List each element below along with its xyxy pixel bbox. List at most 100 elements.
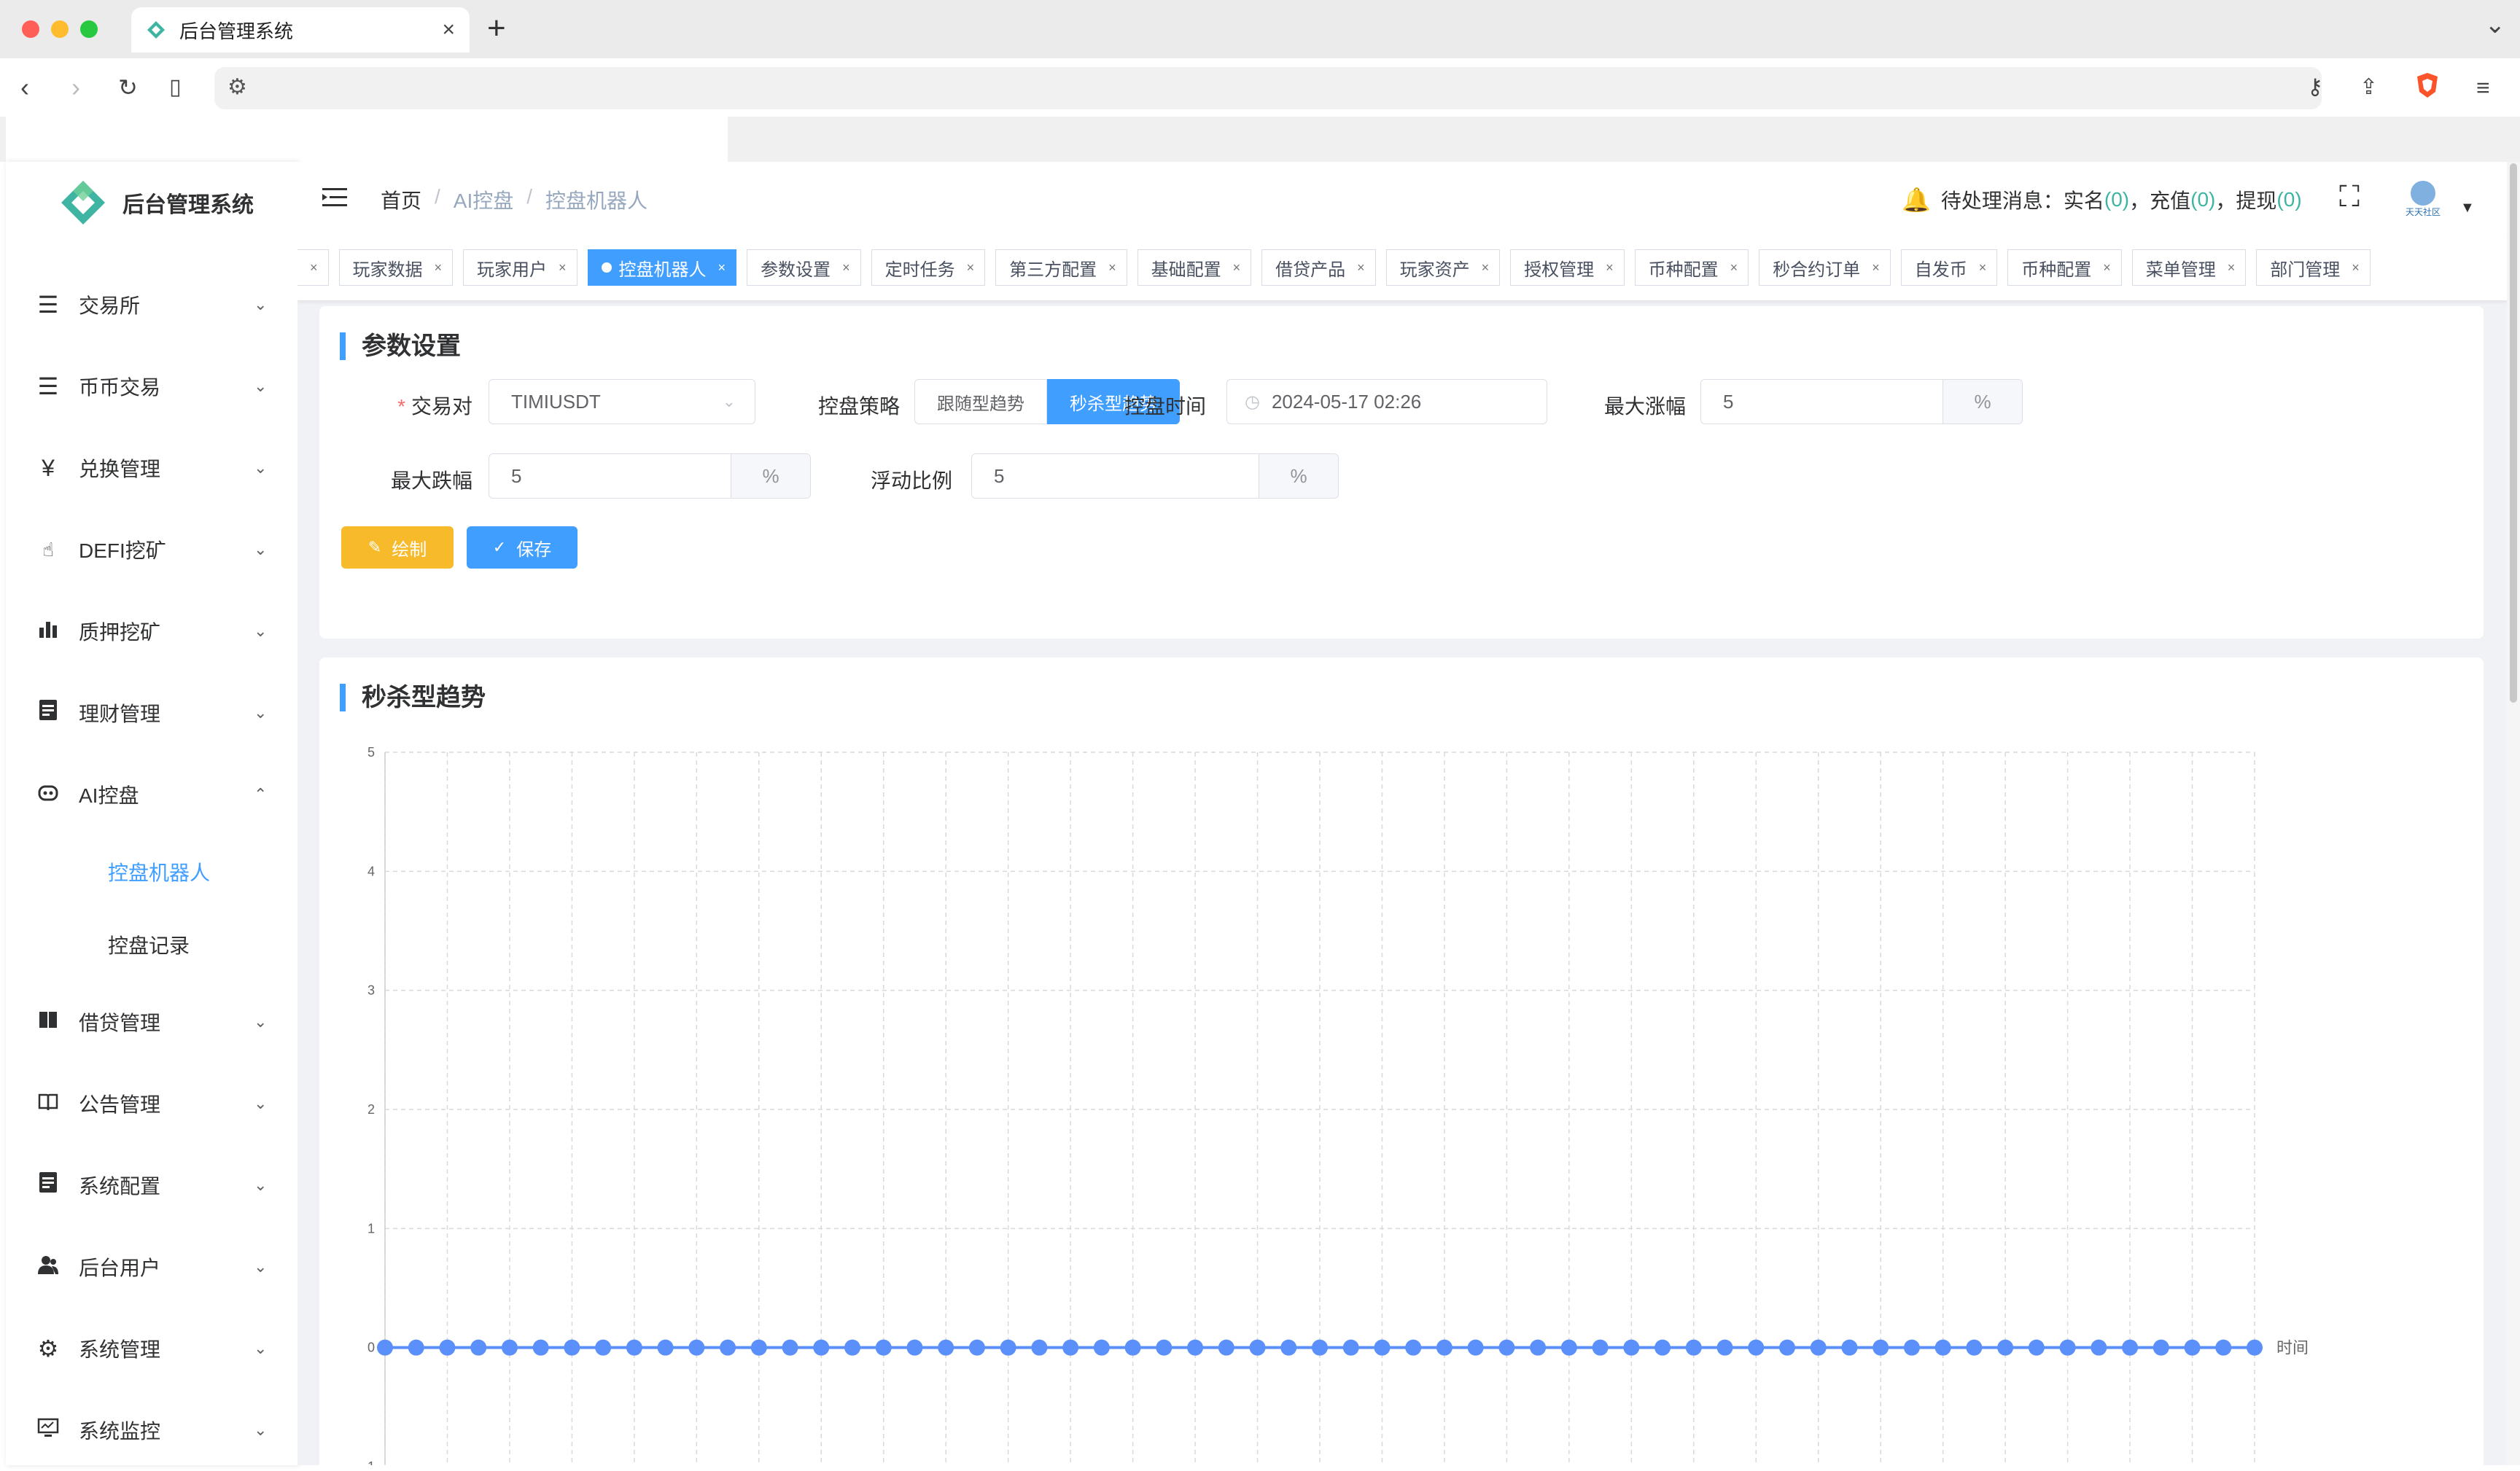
tag-close-icon[interactable]: ×: [1606, 260, 1614, 276]
sidebar-item-sys-manage[interactable]: ⚙ 系统管理 ⌄: [6, 1308, 298, 1389]
tag-close-icon[interactable]: ×: [718, 260, 726, 276]
tag-close-icon[interactable]: ×: [435, 260, 443, 276]
tab-list-chevron-icon[interactable]: ⌄: [2485, 10, 2506, 39]
scrollbar-thumb[interactable]: [2510, 163, 2517, 703]
reload-icon[interactable]: ↻: [118, 71, 138, 104]
tag-close-icon[interactable]: ×: [1482, 260, 1490, 276]
recharge-link[interactable]: 充值: [2150, 185, 2190, 214]
tag-close-icon[interactable]: ×: [2352, 260, 2360, 276]
realname-link[interactable]: 实名: [2064, 185, 2104, 214]
tag-close-icon[interactable]: ×: [1872, 260, 1880, 276]
y-tick-label: -1: [363, 1459, 375, 1465]
tag-0[interactable]: ×: [298, 249, 329, 286]
sidebar-item-convert[interactable]: ¥ 兑换管理 ⌄: [6, 427, 298, 509]
breadcrumb-home[interactable]: 首页: [381, 185, 421, 214]
sidebar-item-loan[interactable]: 借贷管理 ⌄: [6, 981, 298, 1063]
tag-close-icon[interactable]: ×: [1108, 260, 1116, 276]
sidebar-subitem-control-robot[interactable]: 控盘机器人: [6, 835, 298, 908]
sidebar-item-ai-control[interactable]: AI控盘 ⌃: [6, 754, 298, 835]
key-icon[interactable]: ⚷: [2307, 71, 2323, 104]
sidebar-toggle-icon[interactable]: [322, 187, 347, 208]
tag-3[interactable]: 控盘机器人 ×: [587, 249, 737, 286]
tag-close-icon[interactable]: ×: [1357, 260, 1365, 276]
tag-close-icon[interactable]: ×: [1233, 260, 1241, 276]
strategy-follow-option[interactable]: 跟随型趋势: [914, 379, 1047, 424]
tag-close-icon[interactable]: ×: [2103, 260, 2111, 276]
forward-icon[interactable]: ›: [71, 71, 80, 104]
tag-15[interactable]: 菜单管理 ×: [2131, 249, 2247, 286]
data-point: [564, 1339, 580, 1356]
data-point: [2247, 1339, 2263, 1356]
sidebar-item-label: 借贷管理: [79, 1012, 161, 1034]
data-point: [720, 1339, 736, 1356]
recharge-count[interactable]: 0: [2197, 188, 2209, 211]
save-button[interactable]: ✓ 保存: [467, 526, 578, 569]
tag-14[interactable]: 币种配置 ×: [2007, 249, 2122, 286]
tag-close-icon[interactable]: ×: [1979, 260, 1987, 276]
trend-chart[interactable]: 5 4 3 2 1 0 -1 时间: [319, 658, 2484, 1465]
minimize-window-button[interactable]: [51, 20, 69, 38]
page-top-band: [0, 117, 2520, 162]
sidebar-item-label: 交易所: [79, 294, 141, 317]
menu-icon[interactable]: ≡: [2476, 71, 2490, 104]
tag-1[interactable]: 玩家数据 ×: [338, 249, 454, 286]
draw-button[interactable]: ✎ 绘制: [341, 526, 454, 569]
tag-16[interactable]: 部门管理 ×: [2256, 249, 2371, 286]
tag-8[interactable]: 借贷产品 ×: [1261, 249, 1376, 286]
tag-9[interactable]: 玩家资产 ×: [1385, 249, 1501, 286]
new-tab-button[interactable]: +: [487, 9, 506, 48]
withdraw-link[interactable]: 提现: [2236, 185, 2276, 214]
avatar-dropdown-caret-icon[interactable]: ▼: [2460, 200, 2475, 216]
tag-6[interactable]: 第三方配置 ×: [995, 249, 1127, 286]
close-window-button[interactable]: [22, 20, 39, 38]
sidebar-item-sys-monitor[interactable]: 系统监控 ⌄: [6, 1389, 298, 1471]
sidebar-subitem-control-record[interactable]: 控盘记录: [6, 908, 298, 981]
bookmark-icon[interactable]: ▯: [169, 71, 182, 104]
back-icon[interactable]: ‹: [20, 71, 29, 104]
withdraw-count[interactable]: 0: [2284, 188, 2295, 211]
avatar[interactable]: 天天社区: [2399, 181, 2447, 217]
sidebar-item-staking[interactable]: 质押挖矿 ⌄: [6, 590, 298, 672]
realname-count[interactable]: 0: [2111, 188, 2123, 211]
tag-5[interactable]: 定时任务 ×: [871, 249, 986, 286]
maximize-window-button[interactable]: [80, 20, 98, 38]
bell-icon[interactable]: 🔔: [1902, 186, 1931, 214]
app-logo[interactable]: 后台管理系统: [57, 176, 254, 229]
control-time-picker[interactable]: ◷ 2024-05-17 02:26: [1226, 379, 1547, 424]
sidebar-item-exchange[interactable]: ☰ 交易所 ⌄: [6, 264, 298, 346]
tag-7[interactable]: 基础配置 ×: [1137, 249, 1252, 286]
tag-close-icon[interactable]: ×: [1730, 260, 1738, 276]
browser-tab[interactable]: 后台管理系统 ×: [131, 7, 470, 52]
sidebar-item-defi[interactable]: ☝ DEFI挖矿 ⌄: [6, 509, 298, 590]
data-point: [2122, 1339, 2139, 1356]
tag-13[interactable]: 自发币 ×: [1900, 249, 1998, 286]
max-fall-input[interactable]: 5 %: [489, 453, 811, 499]
address-bar[interactable]: ⚙: [214, 67, 2322, 109]
sidebar-item-sys-config[interactable]: 系统配置 ⌄: [6, 1144, 298, 1226]
tag-2[interactable]: 玩家用户 ×: [463, 249, 578, 286]
pair-select[interactable]: TIMIUSDT ⌄: [489, 379, 755, 424]
data-point: [2152, 1339, 2169, 1356]
share-icon[interactable]: ⇪: [2360, 71, 2378, 104]
site-settings-icon[interactable]: ⚙: [228, 74, 247, 100]
tag-label: 币种配置: [2021, 260, 2092, 280]
tab-close-icon[interactable]: ×: [442, 17, 455, 42]
brave-shield-icon[interactable]: [2415, 71, 2440, 106]
float-ratio-input[interactable]: 5 %: [971, 453, 1339, 499]
tag-10[interactable]: 授权管理 ×: [1510, 249, 1625, 286]
sidebar-item-finance[interactable]: 理财管理 ⌄: [6, 672, 298, 754]
sidebar-item-notice[interactable]: 公告管理 ⌄: [6, 1063, 298, 1144]
tag-close-icon[interactable]: ×: [559, 260, 567, 276]
max-rise-input[interactable]: 5 %: [1700, 379, 2023, 424]
tag-close-icon[interactable]: ×: [2228, 260, 2236, 276]
tag-12[interactable]: 秒合约订单 ×: [1759, 249, 1891, 286]
tag-close-icon[interactable]: ×: [967, 260, 975, 276]
tag-close-icon[interactable]: ×: [310, 260, 318, 276]
fullscreen-icon[interactable]: ⛶: [2339, 181, 2360, 214]
sidebar-item-admin-users[interactable]: 后台用户 ⌄: [6, 1226, 298, 1308]
sidebar-item-coin-trade[interactable]: ☰ 币币交易 ⌄: [6, 346, 298, 427]
tag-close-icon[interactable]: ×: [842, 260, 850, 276]
page-scrollbar[interactable]: [2507, 162, 2520, 1465]
tag-11[interactable]: 币种配置 ×: [1634, 249, 1749, 286]
tag-4[interactable]: 参数设置 ×: [747, 249, 861, 286]
